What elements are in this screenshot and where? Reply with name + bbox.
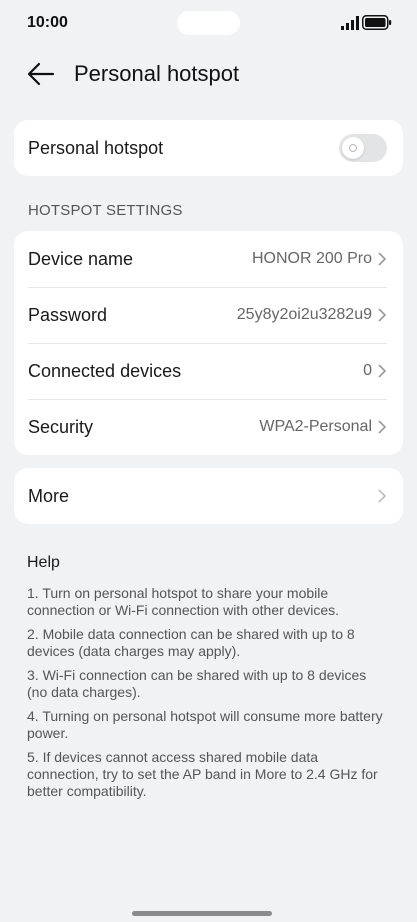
signal-icon [341,16,359,30]
more-card: More [14,468,403,524]
chevron-right-icon [378,308,386,322]
help-item: 5. If devices cannot access shared mobil… [27,749,378,799]
security-value: WPA2-Personal [259,418,372,435]
device-name-row[interactable]: Device name HONOR 200 Pro [14,231,403,287]
toggle-knob [342,137,364,159]
battery-icon [362,15,392,30]
chevron-right-icon [378,489,386,503]
status-bar: 10:00 [0,0,417,48]
page-title: Personal hotspot [74,61,240,86]
hotspot-toggle-row[interactable]: Personal hotspot [14,120,403,176]
back-arrow-icon[interactable] [26,60,56,88]
more-label: More [28,485,70,506]
device-name-value: HONOR 200 Pro [251,250,372,267]
section-header-hotspot-settings: HOTSPOT SETTINGS [28,202,183,219]
chevron-right-icon [378,420,386,434]
help-item: 4. Turning on personal hotspot will cons… [27,708,383,741]
connected-devices-label: Connected devices [28,360,182,381]
hotspot-toggle-label: Personal hotspot [28,137,164,158]
device-name-label: Device name [28,248,134,269]
app-bar: Personal hotspot [0,50,417,98]
help-item: 1. Turn on personal hotspot to share you… [27,585,340,618]
security-label: Security [28,416,94,437]
security-row[interactable]: Security WPA2-Personal [14,399,403,455]
password-label: Password [28,304,108,325]
connected-devices-row[interactable]: Connected devices 0 [14,343,403,399]
help-item: 2. Mobile data connection can be shared … [27,626,355,659]
home-indicator[interactable] [132,911,272,916]
chevron-right-icon [378,252,386,266]
more-row[interactable]: More [14,468,403,524]
status-time: 10:00 [27,14,68,31]
password-value: 25y8y2oi2u3282u9 [236,306,372,323]
help-section: Help 1. Turn on personal hotspot to shar… [27,554,389,807]
help-title: Help [27,554,60,571]
password-row[interactable]: Password 25y8y2oi2u3282u9 [14,287,403,343]
help-item: 3. Wi-Fi connection can be shared with u… [27,667,367,700]
connected-devices-count: 0 [363,362,372,379]
hotspot-toggle-card: Personal hotspot [14,120,403,176]
hotspot-toggle-switch[interactable] [339,134,387,162]
hotspot-settings-card: Device name HONOR 200 Pro Password 25y8y… [14,231,403,455]
camera-cutout [177,11,240,35]
chevron-right-icon [378,364,386,378]
